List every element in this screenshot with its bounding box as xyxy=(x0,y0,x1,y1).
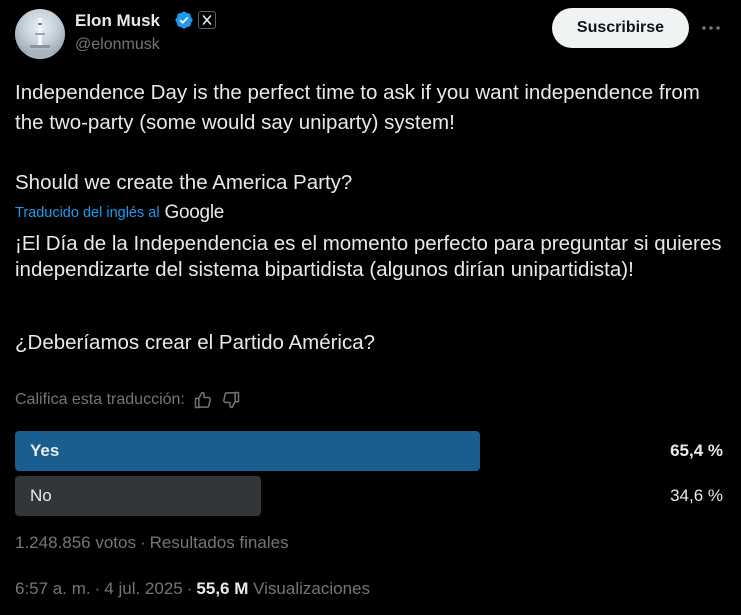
tweet-text-paragraph-2: Should we create the America Party? xyxy=(15,171,353,194)
translation-attribution: Traducido del inglés al Google xyxy=(15,202,224,224)
tweet-text-paragraph-1: Independence Day is the perfect time to … xyxy=(15,81,700,134)
tweet-meta: 6:57 a. m. · 4 jul. 2025 · 55,6 M Visualizac… xyxy=(15,579,370,599)
google-logo: Google xyxy=(164,202,225,223)
subscribe-button[interactable]: Suscribirse xyxy=(552,8,689,48)
poll-option-yes-label: Yes xyxy=(30,441,60,460)
poll-option-no-label: No xyxy=(30,486,52,505)
rate-translation-label: Califica esta traducción: xyxy=(15,391,185,408)
poll-option-yes-percent: 65,4 % xyxy=(670,441,723,460)
views-label[interactable]: Visualizaciones xyxy=(253,579,370,598)
more-options-icon[interactable] xyxy=(700,18,722,38)
poll-votes-count: 1.248.856 votos xyxy=(15,533,136,552)
translated-from-label[interactable]: Traducido del inglés al xyxy=(15,205,160,221)
avatar[interactable] xyxy=(15,9,65,59)
poll-option-no-percent: 34,6 % xyxy=(670,486,723,505)
views-count[interactable]: 55,6 M xyxy=(196,579,248,598)
poll-option-no-bar xyxy=(15,476,261,516)
separator-dot: · xyxy=(139,533,146,552)
rate-translation: Califica esta traducción: xyxy=(15,390,241,410)
poll-summary: 1.248.856 votos · Resultados finales xyxy=(15,533,289,553)
poll-option-yes-bar xyxy=(15,431,480,471)
poll-status: Resultados finales xyxy=(149,533,289,552)
translated-text-paragraph-2: ¿Deberíamos crear el Partido América? xyxy=(15,331,376,354)
tweet-date[interactable]: 4 jul. 2025 xyxy=(104,579,182,598)
tweet-time[interactable]: 6:57 a. m. xyxy=(15,579,91,598)
translated-text-paragraph-1: ¡El Día de la Independencia es el moment… xyxy=(15,232,722,281)
verified-badge-icon[interactable] xyxy=(174,10,194,30)
thumbs-up-icon[interactable] xyxy=(193,390,213,410)
separator-dot: · xyxy=(186,579,193,598)
author-name[interactable]: Elon Musk xyxy=(75,11,160,31)
rocket-avatar-image xyxy=(26,18,54,59)
separator-dot: · xyxy=(94,579,101,598)
author-handle[interactable]: @elonmusk xyxy=(75,36,160,54)
x-logo-icon[interactable] xyxy=(198,11,216,29)
thumbs-down-icon[interactable] xyxy=(221,390,241,410)
